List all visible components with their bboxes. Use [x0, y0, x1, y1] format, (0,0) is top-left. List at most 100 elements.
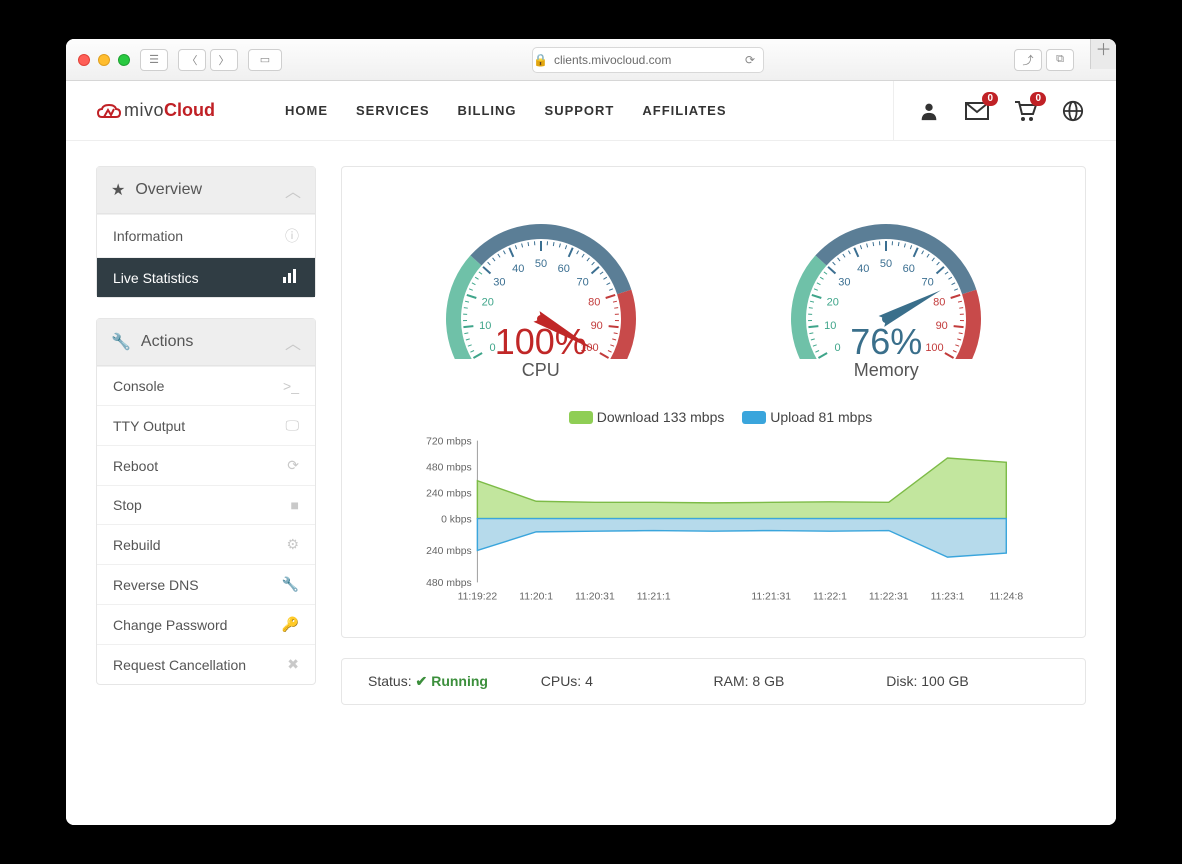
sidebar-item-label: Information	[113, 228, 183, 244]
status-cell: Status: ✔Running	[368, 673, 541, 690]
network-legend: Download 133 mbps Upload 81 mbps	[368, 409, 1059, 425]
download-swatch	[569, 411, 593, 424]
svg-text:11:21:1: 11:21:1	[637, 591, 671, 602]
svg-text:11:24:8: 11:24:8	[989, 591, 1023, 602]
cpus-cell: CPUs: 4	[541, 673, 714, 690]
sidebar-item-label: Live Statistics	[113, 270, 199, 286]
sidebar-item-label: Stop	[113, 497, 142, 513]
cart-icon[interactable]: 0	[1012, 98, 1038, 124]
disk-cell: Disk: 100 GB	[886, 673, 1059, 690]
svg-text:30: 30	[493, 277, 505, 289]
nav-services[interactable]: SERVICES	[356, 103, 430, 118]
forward-button[interactable]: 〉	[210, 49, 238, 71]
actions-title: Actions	[141, 333, 193, 351]
monitor-icon: 🖵	[286, 417, 300, 434]
cpu-gauge: 0102030405060708090100 100% CPU	[416, 189, 666, 381]
svg-text:11:19:22: 11:19:22	[458, 591, 498, 602]
cancel-icon: ✖	[287, 656, 299, 673]
svg-text:11:21:31: 11:21:31	[751, 591, 791, 602]
titlebar: ☰ 〈 〉 ▭ 🔒 clients.mivocloud.com ⟳ ⤴ ⧉ ＋	[66, 39, 1116, 81]
svg-text:11:20:31: 11:20:31	[575, 591, 615, 602]
svg-text:240 mbps: 240 mbps	[426, 546, 472, 557]
overview-title: Overview	[135, 181, 202, 199]
maximize-window-button[interactable]	[118, 54, 130, 66]
cloud-mark-icon	[96, 103, 122, 121]
minimize-window-button[interactable]	[98, 54, 110, 66]
svg-text:30: 30	[839, 277, 851, 289]
mail-icon[interactable]: 0	[964, 98, 990, 124]
upload-swatch	[742, 411, 766, 424]
page: mivoCloud HOME SERVICES BILLING SUPPORT …	[66, 81, 1116, 825]
globe-icon[interactable]	[1060, 98, 1086, 124]
nav-billing[interactable]: BILLING	[458, 103, 517, 118]
wrench-icon: 🔧	[111, 332, 131, 352]
stats-icon	[283, 269, 299, 286]
wrench-icon: 🔧	[282, 576, 299, 593]
url-text: clients.mivocloud.com	[554, 53, 671, 67]
address-bar[interactable]: 🔒 clients.mivocloud.com ⟳	[532, 47, 764, 73]
status-running: Running	[431, 673, 488, 689]
browser-window: ☰ 〈 〉 ▭ 🔒 clients.mivocloud.com ⟳ ⤴ ⧉ ＋ …	[66, 39, 1116, 825]
sidebar: ★ Overview ︿ Information ⓘ Live Statisti…	[96, 166, 316, 705]
sidebar-item-live-statistics[interactable]: Live Statistics	[97, 257, 315, 297]
share-button[interactable]: ⤴	[1014, 49, 1042, 71]
sidebar-item-reboot[interactable]: Reboot⟳	[97, 445, 315, 485]
sidebar-item-label: Request Cancellation	[113, 657, 246, 673]
sidebar-item-label: TTY Output	[113, 418, 185, 434]
nav-home[interactable]: HOME	[285, 103, 328, 118]
svg-text:11:22:1: 11:22:1	[813, 591, 847, 602]
sidebar-item-cancel[interactable]: Request Cancellation ✖	[97, 644, 315, 684]
download-legend-label: Download 133 mbps	[597, 409, 725, 425]
svg-text:20: 20	[481, 297, 493, 309]
terminal-icon: >_	[283, 378, 299, 394]
reboot-icon: ⟳	[287, 457, 299, 474]
new-tab-button[interactable]: ＋	[1090, 39, 1116, 69]
sidebar-toggle-button[interactable]: ☰	[140, 49, 168, 71]
reload-icon[interactable]: ⟳	[745, 53, 755, 67]
svg-text:50: 50	[880, 258, 892, 270]
sidebar-item-label: Change Password	[113, 617, 227, 633]
sidebar-item-password[interactable]: Change Password🔑	[97, 604, 315, 644]
svg-text:60: 60	[557, 263, 569, 275]
brand-logo[interactable]: mivoCloud	[96, 100, 215, 121]
back-button[interactable]: 〈	[178, 49, 206, 71]
cart-badge: 0	[1030, 92, 1046, 106]
stats-card: 0102030405060708090100 100% CPU 01020304…	[341, 166, 1086, 638]
svg-text:240 mbps: 240 mbps	[426, 488, 472, 499]
svg-text:70: 70	[576, 277, 588, 289]
svg-text:720 mbps: 720 mbps	[426, 436, 472, 447]
chevron-up-icon: ︿	[285, 330, 301, 354]
sidebar-item-tty[interactable]: TTY Output 🖵	[97, 405, 315, 445]
upload-legend-label: Upload 81 mbps	[770, 409, 872, 425]
svg-text:11:20:1: 11:20:1	[519, 591, 553, 602]
cpu-value: 100%	[416, 321, 666, 363]
nav-support[interactable]: SUPPORT	[545, 103, 615, 118]
window-controls	[78, 54, 130, 66]
sidebar-item-console[interactable]: Console>_	[97, 366, 315, 405]
overview-header[interactable]: ★ Overview ︿	[97, 167, 315, 214]
sidebar-item-label: Rebuild	[113, 537, 160, 553]
user-icon[interactable]	[916, 98, 942, 124]
chevron-up-icon: ︿	[285, 178, 301, 202]
sidebar-item-rdns[interactable]: Reverse DNS🔧	[97, 564, 315, 604]
sidebar-item-rebuild[interactable]: Rebuild⚙	[97, 524, 315, 564]
svg-text:60: 60	[903, 263, 915, 275]
close-window-button[interactable]	[78, 54, 90, 66]
sidebar-item-information[interactable]: Information ⓘ	[97, 214, 315, 257]
nav-right: 0 0	[893, 81, 1086, 140]
reader-button[interactable]: ▭	[248, 49, 282, 71]
main: 0102030405060708090100 100% CPU 01020304…	[341, 166, 1086, 705]
stop-icon: ■	[291, 497, 299, 513]
nav-affiliates[interactable]: AFFILIATES	[642, 103, 726, 118]
lock-icon: 🔒	[533, 53, 548, 67]
memory-value: 76%	[761, 321, 1011, 363]
info-icon: ⓘ	[285, 226, 299, 246]
memory-label: Memory	[761, 360, 1011, 381]
actions-header[interactable]: 🔧 Actions ︿	[97, 319, 315, 366]
tabs-button[interactable]: ⧉	[1046, 49, 1074, 71]
sidebar-item-stop[interactable]: Stop ■	[97, 485, 315, 524]
mail-badge: 0	[982, 92, 998, 106]
svg-text:0 kbps: 0 kbps	[441, 514, 472, 525]
svg-text:80: 80	[933, 297, 945, 309]
svg-text:40: 40	[512, 263, 524, 275]
